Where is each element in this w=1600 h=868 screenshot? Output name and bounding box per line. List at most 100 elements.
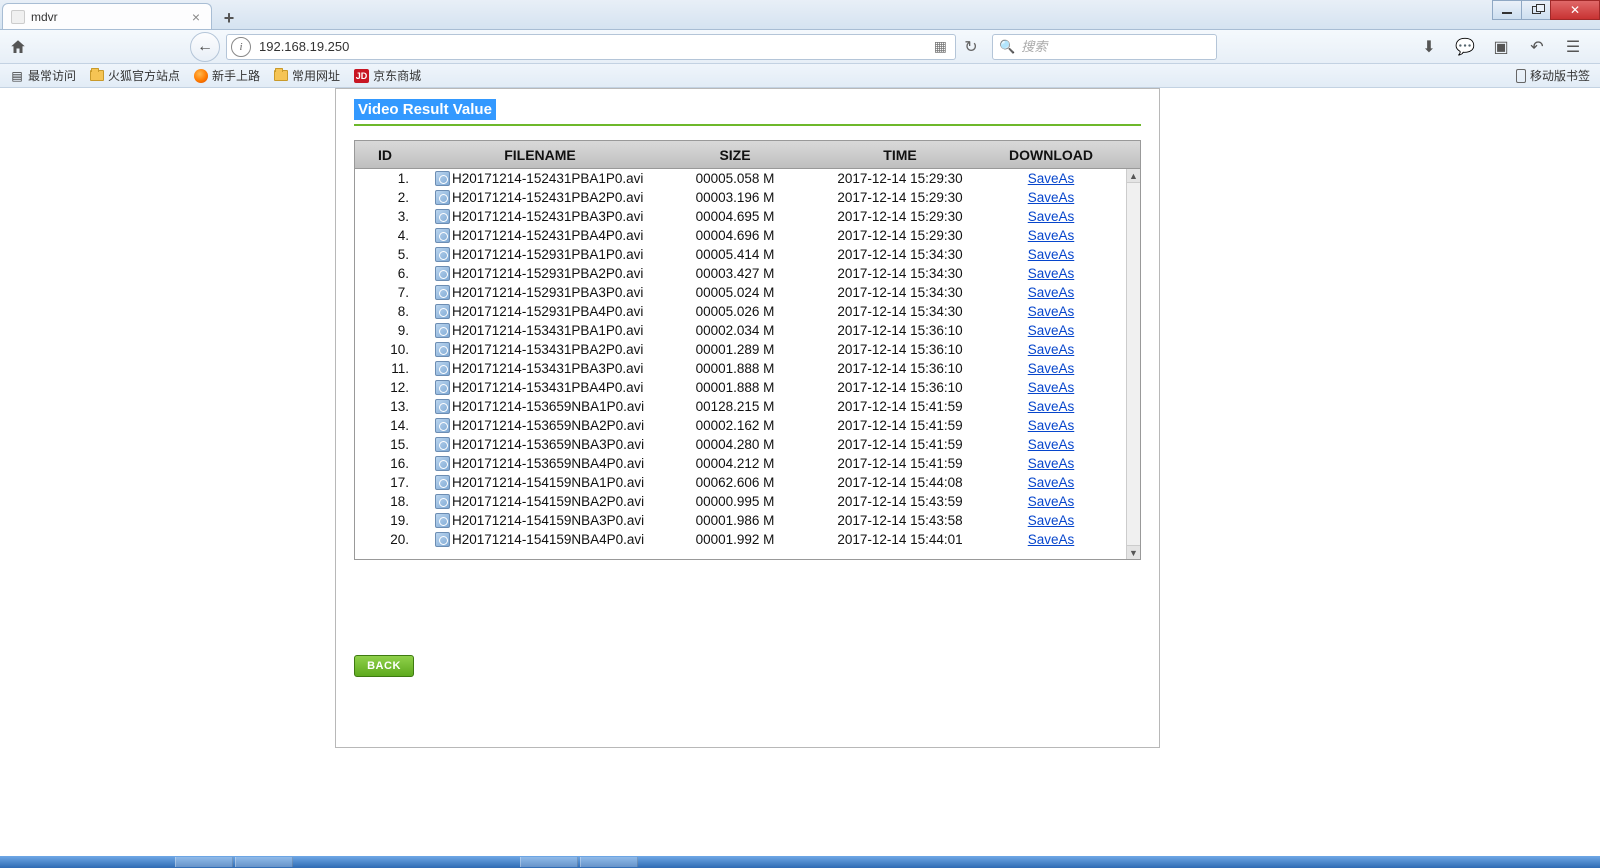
cell-size: 00005.024 M <box>665 285 805 300</box>
bookmark-common-sites[interactable]: 常用网址 <box>274 67 340 84</box>
cell-size: 00001.992 M <box>665 532 805 547</box>
saveas-link[interactable]: SaveAs <box>1028 361 1075 376</box>
bookmark-label: 最常访问 <box>28 67 76 84</box>
home-button[interactable] <box>8 37 28 57</box>
saveas-link[interactable]: SaveAs <box>1028 418 1075 433</box>
bookmark-label: 火狐官方站点 <box>108 67 180 84</box>
cell-size: 00002.034 M <box>665 323 805 338</box>
cell-filename: H20171214-152931PBA4P0.avi <box>415 304 665 319</box>
saveas-link[interactable]: SaveAs <box>1028 171 1075 186</box>
menu-button[interactable]: ☰ <box>1564 38 1582 56</box>
col-id: ID <box>355 141 415 168</box>
scroll-down-button[interactable]: ▼ <box>1127 545 1140 559</box>
cell-time: 2017-12-14 15:36:10 <box>805 323 995 338</box>
saveas-link[interactable]: SaveAs <box>1028 494 1075 509</box>
downloads-button[interactable]: ⬇ <box>1420 38 1438 56</box>
cell-time: 2017-12-14 15:29:30 <box>805 190 995 205</box>
cell-size: 00004.695 M <box>665 209 805 224</box>
cell-id: 13. <box>355 399 415 414</box>
bookmark-jd[interactable]: JD 京东商城 <box>354 67 421 84</box>
saveas-link[interactable]: SaveAs <box>1028 475 1075 490</box>
saveas-link[interactable]: SaveAs <box>1028 399 1075 414</box>
vertical-scrollbar[interactable]: ▲ ▼ <box>1126 169 1140 559</box>
bookmark-label: 移动版书签 <box>1530 67 1590 84</box>
search-icon: 🔍 <box>993 39 1021 55</box>
undo-close-button[interactable]: ↶ <box>1528 38 1546 56</box>
table-row: 9.H20171214-153431PBA1P0.avi00002.034 M2… <box>355 321 1126 340</box>
window-close-button[interactable] <box>1550 0 1600 20</box>
cell-time: 2017-12-14 15:41:59 <box>805 399 995 414</box>
address-right-icons: ▦ <box>926 38 955 55</box>
saveas-link[interactable]: SaveAs <box>1028 285 1075 300</box>
saveas-link[interactable]: SaveAs <box>1028 304 1075 319</box>
cell-time: 2017-12-14 15:29:30 <box>805 228 995 243</box>
video-file-icon <box>435 190 450 205</box>
table-row: 11.H20171214-153431PBA3P0.avi00001.888 M… <box>355 359 1126 378</box>
taskbar[interactable] <box>0 856 1600 868</box>
search-input[interactable] <box>1021 36 1216 58</box>
cell-filename: H20171214-152431PBA1P0.avi <box>415 171 665 186</box>
saveas-link[interactable]: SaveAs <box>1028 247 1075 262</box>
cell-id: 9. <box>355 323 415 338</box>
qr-icon[interactable]: ▦ <box>934 38 947 55</box>
window-maximize-button[interactable] <box>1521 0 1551 20</box>
cell-time: 2017-12-14 15:36:10 <box>805 361 995 376</box>
saveas-link[interactable]: SaveAs <box>1028 323 1075 338</box>
search-bar[interactable]: 🔍 <box>992 34 1217 60</box>
video-file-icon <box>435 418 450 433</box>
reload-button[interactable]: ↻ <box>962 37 980 57</box>
bookmark-most-visited[interactable]: ▤ 最常访问 <box>10 67 76 84</box>
video-file-icon <box>435 380 450 395</box>
saveas-link[interactable]: SaveAs <box>1028 209 1075 224</box>
sidebar-button[interactable]: ▣ <box>1492 38 1510 56</box>
cell-filename: H20171214-153431PBA3P0.avi <box>415 361 665 376</box>
address-bar[interactable]: i ▦ <box>226 34 956 60</box>
cell-size: 00001.888 M <box>665 361 805 376</box>
cell-id: 8. <box>355 304 415 319</box>
cell-time: 2017-12-14 15:29:30 <box>805 171 995 186</box>
filename-text: H20171214-152931PBA3P0.avi <box>452 285 643 300</box>
window-minimize-button[interactable] <box>1492 0 1522 20</box>
col-filename: FILENAME <box>415 141 665 168</box>
saveas-link[interactable]: SaveAs <box>1028 190 1075 205</box>
new-tab-button[interactable]: + <box>216 7 242 29</box>
cell-id: 11. <box>355 361 415 376</box>
cell-time: 2017-12-14 15:29:30 <box>805 209 995 224</box>
scroll-up-button[interactable]: ▲ <box>1127 169 1140 183</box>
saveas-link[interactable]: SaveAs <box>1028 228 1075 243</box>
cell-id: 16. <box>355 456 415 471</box>
cell-id: 14. <box>355 418 415 433</box>
address-input[interactable] <box>255 36 926 58</box>
cell-size: 00001.289 M <box>665 342 805 357</box>
bookmark-getting-started[interactable]: 新手上路 <box>194 67 260 84</box>
saveas-link[interactable]: SaveAs <box>1028 532 1075 547</box>
cell-filename: H20171214-153659NBA2P0.avi <box>415 418 665 433</box>
bookmark-label: 常用网址 <box>292 67 340 84</box>
site-info-icon[interactable]: i <box>231 37 251 57</box>
saveas-link[interactable]: SaveAs <box>1028 456 1075 471</box>
navbar: ← i ▦ ↻ 🔍 ⬇ 💬 ▣ ↶ ☰ <box>0 30 1600 64</box>
chat-button[interactable]: 💬 <box>1456 38 1474 56</box>
cell-id: 5. <box>355 247 415 262</box>
saveas-link[interactable]: SaveAs <box>1028 380 1075 395</box>
table-row: 17.H20171214-154159NBA1P0.avi00062.606 M… <box>355 473 1126 492</box>
table-row: 13.H20171214-153659NBA1P0.avi00128.215 M… <box>355 397 1126 416</box>
table-row: 18.H20171214-154159NBA2P0.avi00000.995 M… <box>355 492 1126 511</box>
saveas-link[interactable]: SaveAs <box>1028 437 1075 452</box>
filename-text: H20171214-152431PBA4P0.avi <box>452 228 643 243</box>
back-button[interactable]: ← <box>190 32 220 62</box>
back-page-button[interactable]: BACK <box>354 655 414 677</box>
filename-text: H20171214-154159NBA1P0.avi <box>452 475 644 490</box>
bookmark-firefox-official[interactable]: 火狐官方站点 <box>90 67 180 84</box>
table-row: 4.H20171214-152431PBA4P0.avi00004.696 M2… <box>355 226 1126 245</box>
window-controls <box>1493 0 1600 22</box>
saveas-link[interactable]: SaveAs <box>1028 266 1075 281</box>
saveas-link[interactable]: SaveAs <box>1028 342 1075 357</box>
bookmark-mobile[interactable]: 移动版书签 <box>1516 67 1590 84</box>
tab-close-button[interactable]: × <box>189 10 203 24</box>
cell-filename: H20171214-154159NBA4P0.avi <box>415 532 665 547</box>
saveas-link[interactable]: SaveAs <box>1028 513 1075 528</box>
cell-id: 3. <box>355 209 415 224</box>
cell-size: 00003.196 M <box>665 190 805 205</box>
browser-tab[interactable]: mdvr × <box>2 3 212 29</box>
